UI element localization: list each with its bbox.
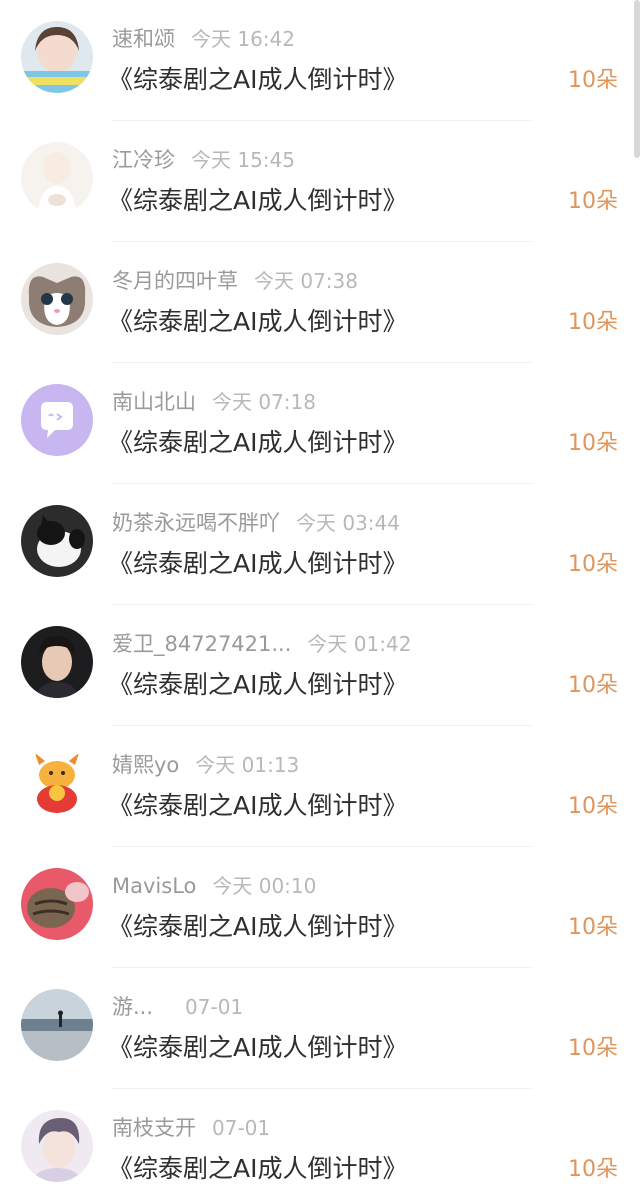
book-title[interactable]: 《综泰剧之AI成人倒计时》 — [108, 1030, 407, 1066]
list-item[interactable]: 南枝支开 07-01 《综泰剧之AI成人倒计时》 10朵 — [0, 1089, 640, 1199]
gift-amount: 10朵 — [568, 673, 618, 698]
gift-time: 07-01 — [185, 995, 244, 1019]
list-item[interactable]: 速和颂 今天 16:42 《综泰剧之AI成人倒计时》 10朵 — [0, 0, 640, 121]
scrollbar[interactable] — [634, 0, 640, 158]
list-item[interactable]: 江冷珍 今天 15:45 《综泰剧之AI成人倒计时》 10朵 — [0, 121, 640, 242]
book-title[interactable]: 《综泰剧之AI成人倒计时》 — [108, 546, 407, 582]
gift-amount: 10朵 — [568, 68, 618, 93]
gift-amount: 10朵 — [568, 794, 618, 819]
gift-time: 今天 00:10 — [212, 874, 317, 898]
avatar-default-chat-icon[interactable] — [21, 384, 93, 456]
user-name[interactable]: MavisLo — [112, 874, 196, 898]
user-name[interactable]: 江冷珍 — [112, 148, 175, 172]
user-name[interactable]: 奶茶永远喝不胖吖 — [112, 511, 280, 535]
avatar-cat-icon[interactable] — [21, 263, 93, 335]
list-item[interactable]: 婧熙yo 今天 01:13 《综泰剧之AI成人倒计时》 10朵 — [0, 726, 640, 847]
gift-amount: 10朵 — [568, 915, 618, 940]
avatar-man-icon[interactable] — [21, 626, 93, 698]
gift-amount: 10朵 — [568, 1157, 618, 1182]
avatar-beach-icon[interactable] — [21, 989, 93, 1061]
gift-time: 今天 01:13 — [195, 753, 300, 777]
book-title[interactable]: 《综泰剧之AI成人倒计时》 — [108, 304, 407, 340]
user-name[interactable]: 婧熙yo — [112, 753, 179, 777]
book-title[interactable]: 《综泰剧之AI成人倒计时》 — [108, 62, 407, 98]
avatar-girl-icon[interactable] — [21, 21, 93, 93]
gift-list: 速和颂 今天 16:42 《综泰剧之AI成人倒计时》 10朵 江冷珍 今天 15:4… — [0, 0, 640, 1199]
avatar-light-girl-icon[interactable] — [21, 142, 93, 214]
list-item[interactable]: 爱卫_84727421... 今天 01:42 《综泰剧之AI成人倒计时》 10朵 — [0, 605, 640, 726]
avatar-tabby-cat-icon[interactable] — [21, 868, 93, 940]
book-title[interactable]: 《综泰剧之AI成人倒计时》 — [108, 183, 407, 219]
user-name[interactable]: 爱卫_84727421... — [112, 632, 291, 656]
list-item[interactable]: 奶茶永远喝不胖吖 今天 03:44 《综泰剧之AI成人倒计时》 10朵 — [0, 484, 640, 605]
gift-time: 今天 15:45 — [191, 148, 295, 172]
list-item[interactable]: 南山北山 今天 07:18 《综泰剧之AI成人倒计时》 10朵 — [0, 363, 640, 484]
gift-amount: 10朵 — [568, 189, 618, 214]
list-item[interactable]: MavisLo 今天 00:10 《综泰剧之AI成人倒计时》 10朵 — [0, 847, 640, 968]
user-name[interactable]: 游... — [112, 995, 153, 1019]
book-title[interactable]: 《综泰剧之AI成人倒计时》 — [108, 788, 407, 824]
gift-amount: 10朵 — [568, 310, 618, 335]
gift-time: 今天 07:18 — [212, 390, 316, 414]
gift-amount: 10朵 — [568, 1036, 618, 1061]
book-title[interactable]: 《综泰剧之AI成人倒计时》 — [108, 1151, 407, 1187]
avatar-dragon-sticker-icon[interactable] — [21, 747, 93, 819]
gift-amount: 10朵 — [568, 431, 618, 456]
user-name[interactable]: 冬月的四叶草 — [112, 269, 238, 293]
book-title[interactable]: 《综泰剧之AI成人倒计时》 — [108, 909, 407, 945]
book-title[interactable]: 《综泰剧之AI成人倒计时》 — [108, 425, 407, 461]
gift-time: 今天 03:44 — [296, 511, 400, 535]
list-item[interactable]: 游... 07-01 《综泰剧之AI成人倒计时》 10朵 — [0, 968, 640, 1089]
gift-amount: 10朵 — [568, 552, 618, 577]
user-name[interactable]: 速和颂 — [112, 27, 175, 51]
gift-time: 07-01 — [212, 1116, 271, 1140]
user-name[interactable]: 南山北山 — [112, 390, 196, 414]
gift-time: 今天 16:42 — [191, 27, 295, 51]
user-name[interactable]: 南枝支开 — [112, 1116, 196, 1140]
gift-time: 今天 01:42 — [307, 632, 412, 656]
list-item[interactable]: 冬月的四叶草 今天 07:38 《综泰剧之AI成人倒计时》 10朵 — [0, 242, 640, 363]
book-title[interactable]: 《综泰剧之AI成人倒计时》 — [108, 667, 407, 703]
avatar-anime-boy-icon[interactable] — [21, 1110, 93, 1182]
gift-time: 今天 07:38 — [254, 269, 358, 293]
avatar-black-white-cat-icon[interactable] — [21, 505, 93, 577]
